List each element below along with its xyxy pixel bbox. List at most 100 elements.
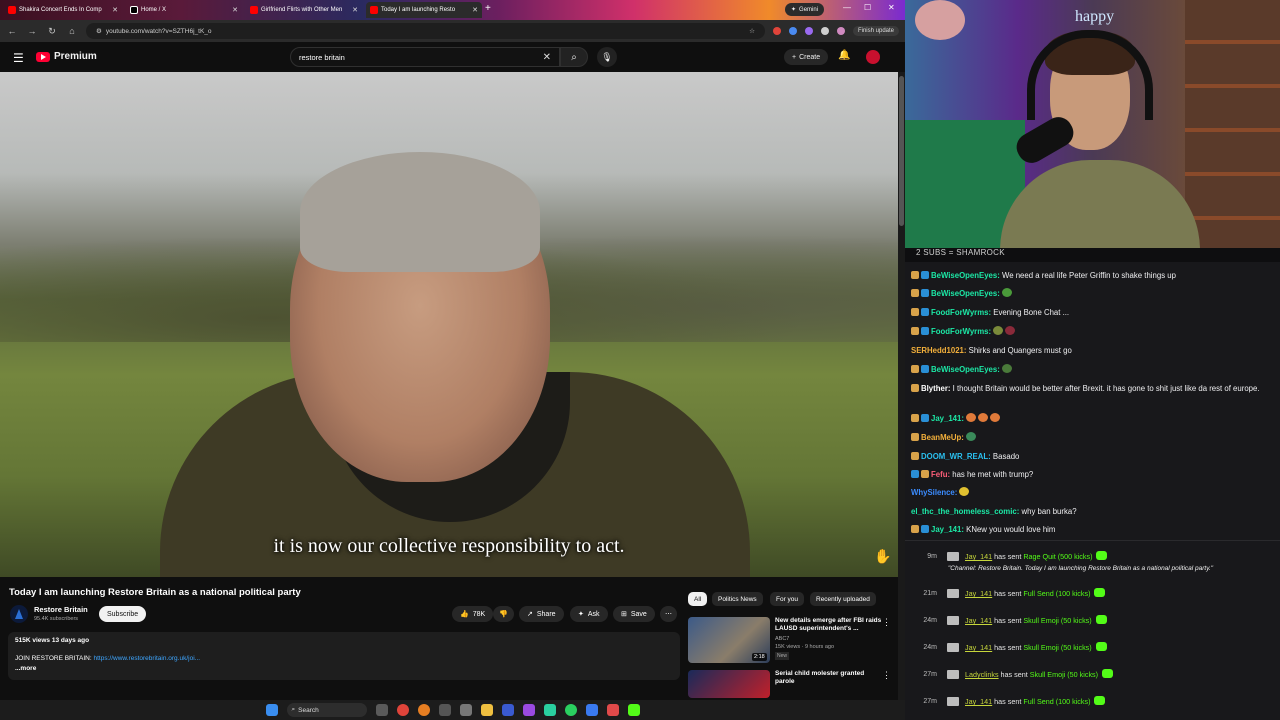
video-thumbnail[interactable] — [688, 670, 770, 698]
ask-button[interactable]: ✦ Ask — [570, 606, 608, 622]
app-icon[interactable] — [501, 704, 514, 716]
chip-all[interactable]: All — [688, 592, 708, 606]
join-link[interactable]: https://www.restorebritain.org.uk/joi... — [94, 655, 201, 662]
gifter-badge-icon — [911, 327, 919, 335]
app-icon[interactable] — [606, 704, 619, 716]
recommended-video[interactable]: Serial child molester granted parole ⋮ — [688, 670, 898, 698]
chat-message: WhySilence: — [911, 487, 1273, 498]
file-explorer-icon[interactable] — [480, 704, 493, 716]
share-button[interactable]: ↗ Share — [519, 606, 564, 622]
minimize-icon[interactable]: — — [843, 3, 851, 12]
hamburger-menu-icon[interactable]: ☰ — [13, 51, 24, 65]
channel-name[interactable]: Restore Britain — [34, 605, 88, 614]
app-icon[interactable] — [438, 704, 451, 716]
obs-icon[interactable] — [522, 704, 535, 716]
clear-search-icon[interactable]: ✕ — [543, 52, 551, 63]
tab-shakira[interactable]: Shakira Concert Ends In Comp ✕ — [4, 2, 122, 18]
like-button[interactable]: 👍 78K — [452, 606, 494, 622]
gemini-button[interactable]: ✦ Gemini — [785, 3, 825, 16]
app-icon[interactable] — [459, 704, 472, 716]
more-actions-button[interactable]: ⋯ — [660, 606, 677, 622]
notifications-bell-icon[interactable]: 🔔 — [838, 50, 850, 61]
more-options-icon[interactable]: ⋮ — [882, 617, 891, 628]
home-icon[interactable]: ⌂ — [66, 26, 78, 36]
forward-icon[interactable]: → — [26, 26, 38, 36]
subscriber-badge-icon — [921, 365, 929, 373]
bookmark-star-icon[interactable]: ☆ — [749, 27, 755, 35]
channel-avatar[interactable] — [10, 605, 28, 623]
youtube-premium-logo[interactable]: Premium — [36, 51, 97, 62]
site-info-icon[interactable]: ⚙ — [96, 27, 102, 35]
dislike-button[interactable]: 👎 — [493, 606, 514, 622]
subscribe-button[interactable]: Subscribe — [99, 606, 147, 622]
kick-icon[interactable] — [627, 704, 640, 716]
account-avatar[interactable] — [866, 50, 880, 64]
create-button[interactable]: + Create — [784, 49, 829, 65]
show-more-link[interactable]: ...more — [15, 665, 673, 672]
youtube-favicon-icon — [370, 6, 378, 14]
page-scrollbar[interactable] — [898, 72, 905, 700]
bookmark-icon: ⊞ — [621, 611, 627, 618]
headset — [1027, 30, 1153, 120]
chip-recently-uploaded[interactable]: Recently uploaded — [810, 592, 876, 606]
app-icon[interactable] — [543, 704, 556, 716]
search-button[interactable]: ⌕ — [560, 47, 588, 67]
plush-toy — [915, 0, 965, 40]
spotify-icon[interactable] — [564, 704, 577, 716]
back-icon[interactable]: ← — [6, 26, 18, 36]
chip-for-you[interactable]: For you — [770, 592, 805, 606]
profile-icon[interactable] — [836, 27, 845, 35]
gifter-badge-icon — [921, 470, 929, 478]
finish-update-button[interactable]: Finish update — [852, 26, 899, 36]
kick-logo-icon — [947, 696, 959, 706]
chip-politics-news[interactable]: Politics News — [712, 592, 763, 606]
maximize-icon[interactable]: ☐ — [864, 3, 871, 12]
emote-icon — [965, 432, 976, 441]
recommended-channel[interactable]: ABC7 — [775, 636, 789, 642]
recommended-video[interactable]: 2:18 New details emerge after FBI raids … — [688, 617, 898, 667]
taskbar-search[interactable]: ⌕ Search — [286, 703, 367, 717]
tab-x-home[interactable]: Home / X ✕ — [126, 2, 242, 18]
more-options-icon[interactable]: ⋮ — [882, 670, 891, 681]
description-text: JOIN RESTORE BRITAIN: https://www.restor… — [15, 655, 201, 662]
kick-gift-icon — [1094, 696, 1106, 705]
task-view-icon[interactable] — [375, 704, 388, 716]
close-tab-icon[interactable]: ✕ — [352, 6, 358, 14]
video-player[interactable]: it is now our collective responsibility … — [0, 72, 898, 577]
extension-icon[interactable] — [772, 27, 781, 35]
url-field[interactable]: ⚙ youtube.com/watch?v=SZTH6j_tK_o ☆ — [86, 23, 765, 39]
extension-icon[interactable] — [804, 27, 813, 35]
close-tab-icon[interactable]: ✕ — [472, 6, 478, 14]
search-input[interactable]: restore britain ✕ — [290, 47, 560, 67]
voice-search-button[interactable]: 🎙 — [597, 47, 617, 67]
chat-message: FoodForWyrms: — [911, 326, 1273, 337]
recommended-title[interactable]: New details emerge after FBI raids LAUSD… — [775, 617, 883, 633]
browser-icon[interactable] — [417, 704, 430, 716]
chrome-icon[interactable] — [396, 704, 409, 716]
new-tab-button[interactable]: + — [485, 3, 491, 14]
windows-start-icon[interactable] — [265, 704, 278, 716]
gifter-badge-icon — [911, 384, 919, 392]
video-description[interactable]: 515K views 13 days ago JOIN RESTORE BRIT… — [8, 632, 680, 680]
recommended-title[interactable]: Serial child molester granted parole — [775, 670, 883, 686]
chat-message: BeWiseOpenEyes: — [911, 288, 1273, 299]
kick-gift-icon — [1096, 551, 1108, 560]
reload-icon[interactable]: ↻ — [46, 26, 58, 37]
event-message: "Channel: Restore Britain. Today I am la… — [948, 565, 1214, 572]
chat-message: SERHedd1021: Shirks and Quangers must go — [911, 346, 1072, 355]
save-button[interactable]: ⊞ Save — [613, 606, 655, 622]
app-icon[interactable] — [585, 704, 598, 716]
tab-girlfriend[interactable]: Girlfriend Flirts with Other Men ✕ — [246, 2, 362, 18]
chat-banner: 2 SUBS = SHAMROCK — [905, 248, 1280, 262]
close-window-icon[interactable]: ✕ — [888, 3, 895, 12]
search-icon: ⌕ — [291, 706, 296, 713]
scrollbar-thumb[interactable] — [899, 76, 904, 226]
close-tab-icon[interactable]: ✕ — [112, 6, 118, 14]
tab-restore-britain[interactable]: Today I am launching Resto ✕ — [366, 2, 482, 18]
event-row: 27m Jay_141 has sent Full Send (100 kick… — [905, 691, 1280, 711]
extensions-puzzle-icon[interactable] — [820, 27, 829, 35]
kick-logo-icon — [947, 615, 959, 625]
close-tab-icon[interactable]: ✕ — [232, 6, 238, 14]
emote-icon — [977, 413, 988, 422]
extension-icon[interactable] — [788, 27, 797, 35]
